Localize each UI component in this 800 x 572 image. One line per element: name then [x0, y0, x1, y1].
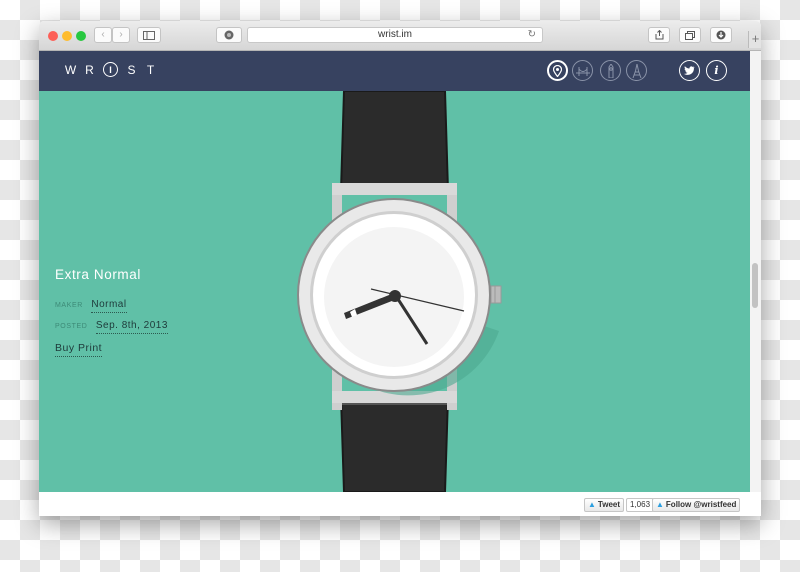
follow-button[interactable]: ▲ Follow @wristfeed: [652, 498, 741, 512]
posted-date: Sep. 8th, 2013: [95, 320, 168, 334]
share-icon: [655, 29, 663, 40]
info-icon: i: [714, 64, 719, 77]
tabs-icon: [685, 31, 695, 40]
twitter-icon: [684, 66, 695, 75]
nav-big-ben-button[interactable]: [600, 60, 621, 81]
posted-row: POSTED Sep. 8th, 2013: [55, 317, 168, 334]
close-window-button[interactable]: [48, 31, 58, 41]
url-text: wrist.im: [378, 29, 412, 40]
logo-letter: T: [146, 62, 155, 77]
tweet-button[interactable]: ▲ Tweet: [584, 498, 624, 512]
logo-letter: W: [64, 62, 77, 77]
site-navbar: W R I S T i: [39, 51, 750, 91]
reload-icon[interactable]: ↻: [528, 28, 536, 42]
address-bar[interactable]: wrist.im ↻: [247, 27, 543, 43]
maker-link[interactable]: Normal: [91, 299, 127, 313]
nav-paris-button[interactable]: [626, 60, 647, 81]
site-logo[interactable]: W R I S T: [61, 62, 160, 77]
nav-map-button[interactable]: [547, 60, 568, 81]
big-ben-icon: [608, 63, 613, 78]
browser-window: ‹ › wrist.im ↻ + W R I S T i Extra Norma…: [39, 21, 761, 516]
minimize-window-button[interactable]: [62, 31, 72, 41]
watch-info: Extra Normal MAKER Normal POSTED Sep. 8t…: [55, 267, 168, 357]
sidebar-icon: [143, 31, 155, 40]
posted-label: POSTED: [55, 323, 88, 330]
nav-london-button[interactable]: [572, 60, 593, 81]
twitter-link-button[interactable]: [679, 60, 700, 81]
downloads-button[interactable]: [710, 27, 732, 43]
sidebar-toggle-button[interactable]: [137, 27, 161, 43]
logo-letter: S: [127, 62, 136, 77]
bridge-icon: [575, 66, 590, 76]
twitter-bird-icon: ▲: [588, 500, 596, 509]
map-pin-icon: [553, 64, 562, 77]
logo-watch-icon: I: [103, 62, 118, 77]
ghostery-icon: [224, 30, 234, 40]
watch-stage: Extra Normal MAKER Normal POSTED Sep. 8t…: [39, 91, 750, 492]
twitter-bird-icon: ▲: [656, 500, 664, 509]
maker-label: MAKER: [55, 302, 83, 309]
forward-button[interactable]: ›: [112, 27, 130, 43]
browser-titlebar: ‹ › wrist.im ↻ +: [39, 21, 761, 51]
tweet-count: 1,063: [626, 498, 655, 512]
buy-print-link[interactable]: Buy Print: [55, 342, 103, 357]
watch-title: Extra Normal: [55, 267, 141, 282]
info-button[interactable]: i: [706, 60, 727, 81]
logo-letter: R: [85, 62, 94, 77]
new-tab-button[interactable]: +: [748, 31, 761, 48]
download-icon: [716, 30, 726, 40]
share-button[interactable]: [648, 27, 670, 43]
eiffel-tower-icon: [632, 63, 641, 78]
page-footer: ▲ Tweet 1,063 ▲ Follow @wristfeed: [39, 492, 761, 516]
tabs-overview-button[interactable]: [679, 27, 701, 43]
follow-label: Follow @wristfeed: [665, 500, 737, 509]
tweet-label: Tweet: [597, 500, 620, 509]
privacy-report-button[interactable]: [216, 27, 242, 43]
back-button[interactable]: ‹: [94, 27, 112, 43]
zoom-window-button[interactable]: [76, 31, 86, 41]
maker-row: MAKER Normal: [55, 296, 168, 313]
scrollbar-thumb[interactable]: [752, 263, 758, 308]
logo-letter: I: [109, 64, 112, 75]
